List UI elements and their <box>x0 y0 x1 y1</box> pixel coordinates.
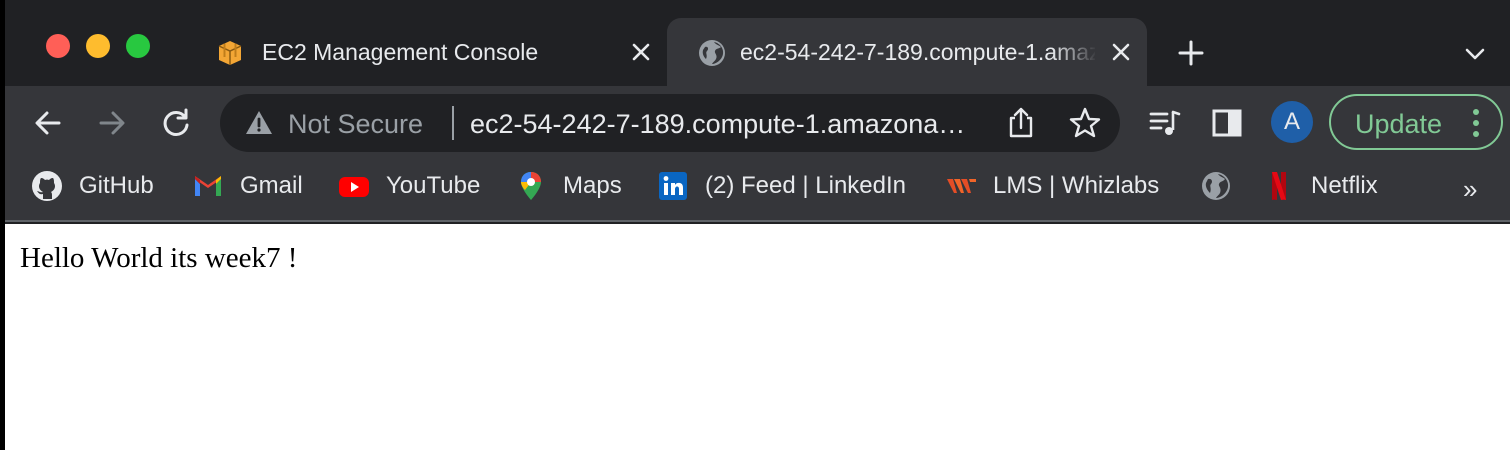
more-vert-icon[interactable] <box>1471 108 1481 138</box>
bookmark-globe[interactable] <box>1200 170 1232 202</box>
bookmark-netflix[interactable]: Netflix <box>1263 170 1378 202</box>
reload-icon[interactable] <box>159 106 193 140</box>
window-zoom-button[interactable] <box>126 34 150 58</box>
bookmark-label: Gmail <box>240 172 303 199</box>
bookmark-youtube[interactable]: YouTube <box>338 170 480 202</box>
bookmark-label: Netflix <box>1311 172 1378 199</box>
gmail-icon <box>195 176 221 196</box>
security-status[interactable]: Not Secure <box>288 109 423 140</box>
tab-title: EC2 Management Console <box>262 39 539 65</box>
bookmark-whizlabs[interactable]: LMS | Whizlabs <box>945 170 1159 202</box>
netflix-icon <box>1272 172 1286 200</box>
window-minimize-button[interactable] <box>86 34 110 58</box>
divider <box>452 106 454 140</box>
close-icon[interactable] <box>627 38 655 66</box>
update-label: Update <box>1355 109 1443 139</box>
maps-icon <box>521 172 541 200</box>
reading-list-icon[interactable] <box>1148 106 1182 140</box>
page-content: Hello World its week7 ! <box>5 224 1510 450</box>
bookmarks-overflow-button[interactable]: » <box>1463 174 1477 205</box>
toolbar: Not Secure ec2-54-242-7-189.compute-1.am… <box>5 86 1510 160</box>
chevron-down-icon[interactable] <box>1463 42 1487 66</box>
url-text[interactable]: ec2-54-242-7-189.compute-1.amazonaws.com <box>470 109 980 140</box>
forward-arrow-icon[interactable] <box>95 106 129 140</box>
bookmarks-bar: GitHub Gmail YouTube Maps (2) Feed | Lin… <box>5 160 1510 222</box>
avatar[interactable]: A <box>1271 101 1313 143</box>
close-icon[interactable] <box>1107 38 1135 66</box>
bookmark-label: (2) Feed | LinkedIn <box>705 172 907 199</box>
tab-ec2-console[interactable]: EC2 Management Console <box>195 18 665 86</box>
linkedin-icon <box>659 172 687 200</box>
share-icon[interactable] <box>1006 106 1036 140</box>
new-tab-button[interactable] <box>1175 37 1207 69</box>
window-close-button[interactable] <box>46 34 70 58</box>
tab-ec2-instance[interactable]: ec2-54-242-7-189.compute-1.amazonaws.com <box>667 18 1147 86</box>
bookmark-maps[interactable]: Maps <box>515 170 622 202</box>
globe-icon <box>699 40 725 66</box>
youtube-icon <box>339 177 369 197</box>
bookmark-linkedin[interactable]: (2) Feed | LinkedIn <box>657 170 906 202</box>
star-icon[interactable] <box>1068 106 1102 140</box>
whizlabs-icon <box>947 179 976 193</box>
bookmark-label: YouTube <box>386 172 481 199</box>
globe-icon <box>1202 172 1230 200</box>
bookmark-gmail[interactable]: Gmail <box>192 170 303 202</box>
bookmark-label: LMS | Whizlabs <box>993 172 1160 199</box>
github-icon <box>32 171 62 201</box>
warning-icon[interactable] <box>244 108 274 138</box>
tab-title: ec2-54-242-7-189.compute-1.amazonaws.com <box>740 39 1095 65</box>
aws-box-icon <box>218 41 242 65</box>
bookmark-label: Maps <box>563 172 622 199</box>
tab-title-fade <box>1052 28 1097 76</box>
page-text: Hello World its week7 ! <box>20 242 298 274</box>
address-bar[interactable]: Not Secure ec2-54-242-7-189.compute-1.am… <box>220 94 1120 152</box>
bookmark-label: GitHub <box>79 172 154 199</box>
update-button[interactable]: Update <box>1329 94 1503 150</box>
browser-window: EC2 Management Console ec2-54-242-7-189.… <box>5 0 1510 450</box>
back-arrow-icon[interactable] <box>31 106 65 140</box>
side-panel-icon[interactable] <box>1210 106 1244 140</box>
bookmark-github[interactable]: GitHub <box>31 170 154 202</box>
tab-strip: EC2 Management Console ec2-54-242-7-189.… <box>5 0 1510 86</box>
